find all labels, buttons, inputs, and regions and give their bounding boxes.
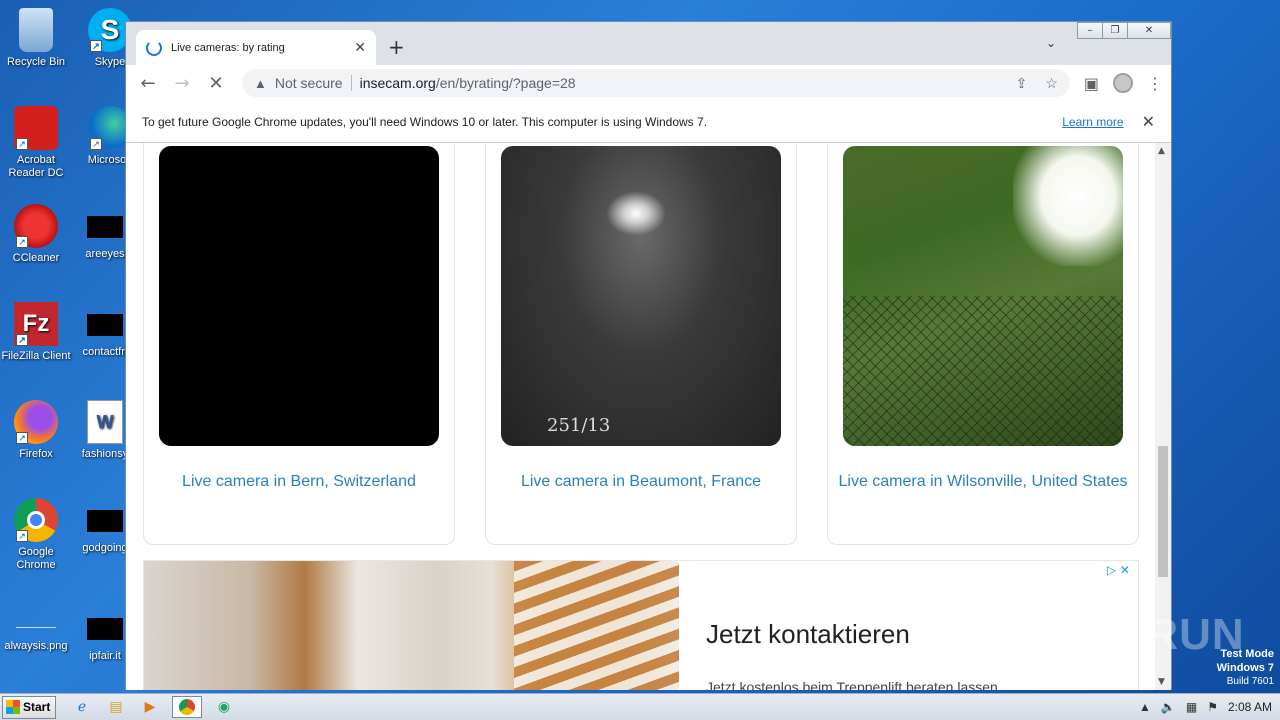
recycle-bin-icon[interactable]: Recycle Bin [1, 8, 71, 69]
anyrun-watermark: ANY RUN [1038, 610, 1245, 659]
scroll-up-icon[interactable]: ▲ [1158, 146, 1165, 156]
page-scrollbar[interactable]: ▲ ▼ [1155, 143, 1171, 690]
desktop-icon-label: Firefox [19, 448, 53, 460]
desktop-icon-label: Skype [94, 56, 126, 68]
desktop-icon-label: fashionsy [81, 448, 129, 460]
warning-icon[interactable]: ▲ [254, 76, 267, 91]
camera-link[interactable]: Live camera in Beaumont, France [496, 470, 786, 493]
profile-avatar-icon[interactable] [1113, 73, 1133, 93]
desktop-icon-label: contactfri [82, 346, 128, 358]
camera-card: 251/13 Live camera in Beaumont, France [485, 143, 797, 545]
system-tray: ▲ 🔈 ▦ ⚑ 2:08 AM [1139, 700, 1280, 714]
acrobat-reader-icon[interactable]: ↗ Acrobat Reader DC [1, 106, 71, 180]
network-icon[interactable]: ▦ [1186, 700, 1197, 714]
edge-taskbar-icon[interactable]: ◉ [212, 696, 236, 718]
tab-search-icon[interactable]: ⌄ [1046, 36, 1056, 50]
tab-active[interactable]: Live cameras: by rating ✕ [136, 30, 376, 65]
taskbar: Start ℯ ▤ ▶ ◉ ▲ 🔈 ▦ ⚑ 2:08 AM [0, 693, 1280, 720]
windows-logo-icon [6, 700, 20, 714]
taskbar-pinned: ℯ ▤ ▶ ◉ [70, 696, 236, 718]
side-panel-icon[interactable]: ▣ [1084, 74, 1099, 93]
infobar-message: To get future Google Chrome updates, you… [142, 114, 708, 129]
chrome-taskbar-icon[interactable] [172, 696, 202, 718]
adchoices-icon[interactable]: ▷ ✕ [1107, 563, 1130, 577]
test-mode-line: Test Mode [1220, 648, 1274, 660]
share-icon[interactable]: ⇪ [1016, 75, 1028, 92]
menu-kebab-icon[interactable]: ⋮ [1147, 74, 1163, 93]
fence-overlay [843, 296, 1123, 446]
loading-spinner-icon [146, 39, 162, 56]
desktop-icon-label: godgoing [82, 542, 128, 554]
start-label: Start [23, 700, 51, 714]
camera-card: Live camera in Wilsonville, United State… [827, 143, 1139, 545]
desktop-icon-label: Recycle Bin [6, 56, 66, 68]
toolbar: ← → ✕ ▲ Not secure insecam.org/en/byrati… [126, 65, 1171, 101]
file-explorer-icon[interactable]: ▤ [104, 696, 128, 718]
camera-card: Live camera in Bern, Switzerland [143, 143, 455, 545]
desktop-icon-label: CCleaner [12, 252, 60, 264]
light-glare [1013, 146, 1123, 266]
desktop-icon-label: Google Chrome [16, 546, 56, 571]
stop-loading-icon[interactable]: ✕ [202, 73, 230, 94]
advertisement[interactable]: ▷ ✕ Jetzt kontaktieren Jetzt kostenlos b… [143, 560, 1139, 690]
light-glare [606, 191, 666, 236]
url-host: insecam.org [359, 75, 436, 91]
minimize-icon[interactable]: – [1077, 22, 1103, 39]
chrome-window: Live cameras: by rating ✕ + ⌄ – ❐ ✕ ← → … [125, 21, 1172, 690]
build-number: Build 7601 [1226, 676, 1274, 687]
camera-thumbnail[interactable]: 251/13 [501, 146, 781, 446]
action-center-flag-icon[interactable]: ⚑ [1207, 700, 1218, 714]
show-hidden-icons-icon[interactable]: ▲ [1139, 700, 1151, 714]
update-infobar: To get future Google Chrome updates, you… [126, 101, 1171, 143]
ad-stairs-image [514, 561, 679, 690]
camera-thumbnail[interactable] [843, 146, 1123, 446]
learn-more-link[interactable]: Learn more [1062, 115, 1123, 129]
ad-headline[interactable]: Jetzt kontaktieren [706, 619, 910, 650]
filezilla-icon[interactable]: Fz ↗ FileZilla Client [1, 302, 71, 363]
window-controls: – ❐ ✕ [1077, 22, 1171, 39]
maximize-icon[interactable]: ❐ [1102, 22, 1128, 39]
camera-timestamp: 251/13 [547, 415, 611, 436]
new-tab-icon[interactable]: + [388, 35, 405, 59]
infobar-close-icon[interactable]: ✕ [1142, 112, 1155, 132]
camera-link[interactable]: Live camera in Bern, Switzerland [154, 470, 444, 493]
camera-link[interactable]: Live camera in Wilsonville, United State… [838, 470, 1128, 493]
google-chrome-icon[interactable]: ↗ Google Chrome [1, 498, 71, 572]
scrollbar-thumb[interactable] [1158, 446, 1168, 577]
close-window-icon[interactable]: ✕ [1127, 22, 1171, 39]
desktop-icons: Recycle Bin S ↗ Skype ↗ Acrobat Reader DC… [0, 0, 132, 690]
clock[interactable]: 2:08 AM [1228, 700, 1272, 714]
desktop-icon-label: Acrobat Reader DC [8, 154, 64, 179]
media-player-icon[interactable]: ▶ [138, 696, 162, 718]
firefox-icon[interactable]: ↗ Firefox [1, 400, 71, 461]
address-bar[interactable]: ▲ Not secure insecam.org/en/byrating/?pa… [242, 69, 1070, 97]
volume-icon[interactable]: 🔈 [1161, 700, 1176, 714]
scroll-down-icon[interactable]: ▼ [1158, 677, 1165, 687]
png-file-icon[interactable]: alwaysis.png [1, 608, 71, 653]
tab-strip: Live cameras: by rating ✕ + ⌄ – ❐ ✕ [126, 22, 1171, 65]
camera-thumbnail[interactable] [159, 146, 439, 446]
desktop-icon-label: alwaysis.png [4, 640, 68, 652]
bookmark-star-icon[interactable]: ☆ [1045, 75, 1058, 92]
tab-title: Live cameras: by rating [171, 41, 285, 54]
desktop-icon-label: ipfair.it [89, 650, 121, 662]
page-content: Live camera in Bern, Switzerland 251/13 … [126, 143, 1156, 690]
desktop-icon-label: FileZilla Client [1, 350, 71, 362]
ad-subtext[interactable]: Jetzt kostenlos beim Treppenlift beraten… [706, 679, 998, 690]
tab-close-icon[interactable]: ✕ [354, 40, 366, 56]
windows-version: Windows 7 [1216, 662, 1274, 674]
test-mode-label: Test Mode Windows 7 Build 7601 [1217, 647, 1274, 689]
back-icon[interactable]: ← [134, 73, 162, 94]
url-path: /en/byrating/?page=28 [435, 75, 576, 91]
forward-icon[interactable]: → [168, 73, 196, 94]
start-button[interactable]: Start [2, 695, 56, 719]
internet-explorer-icon[interactable]: ℯ [70, 696, 94, 718]
ccleaner-icon[interactable]: ↗ CCleaner [1, 204, 71, 265]
desktop-icon-label: areeyes [85, 248, 125, 260]
security-label[interactable]: Not secure [275, 75, 352, 91]
